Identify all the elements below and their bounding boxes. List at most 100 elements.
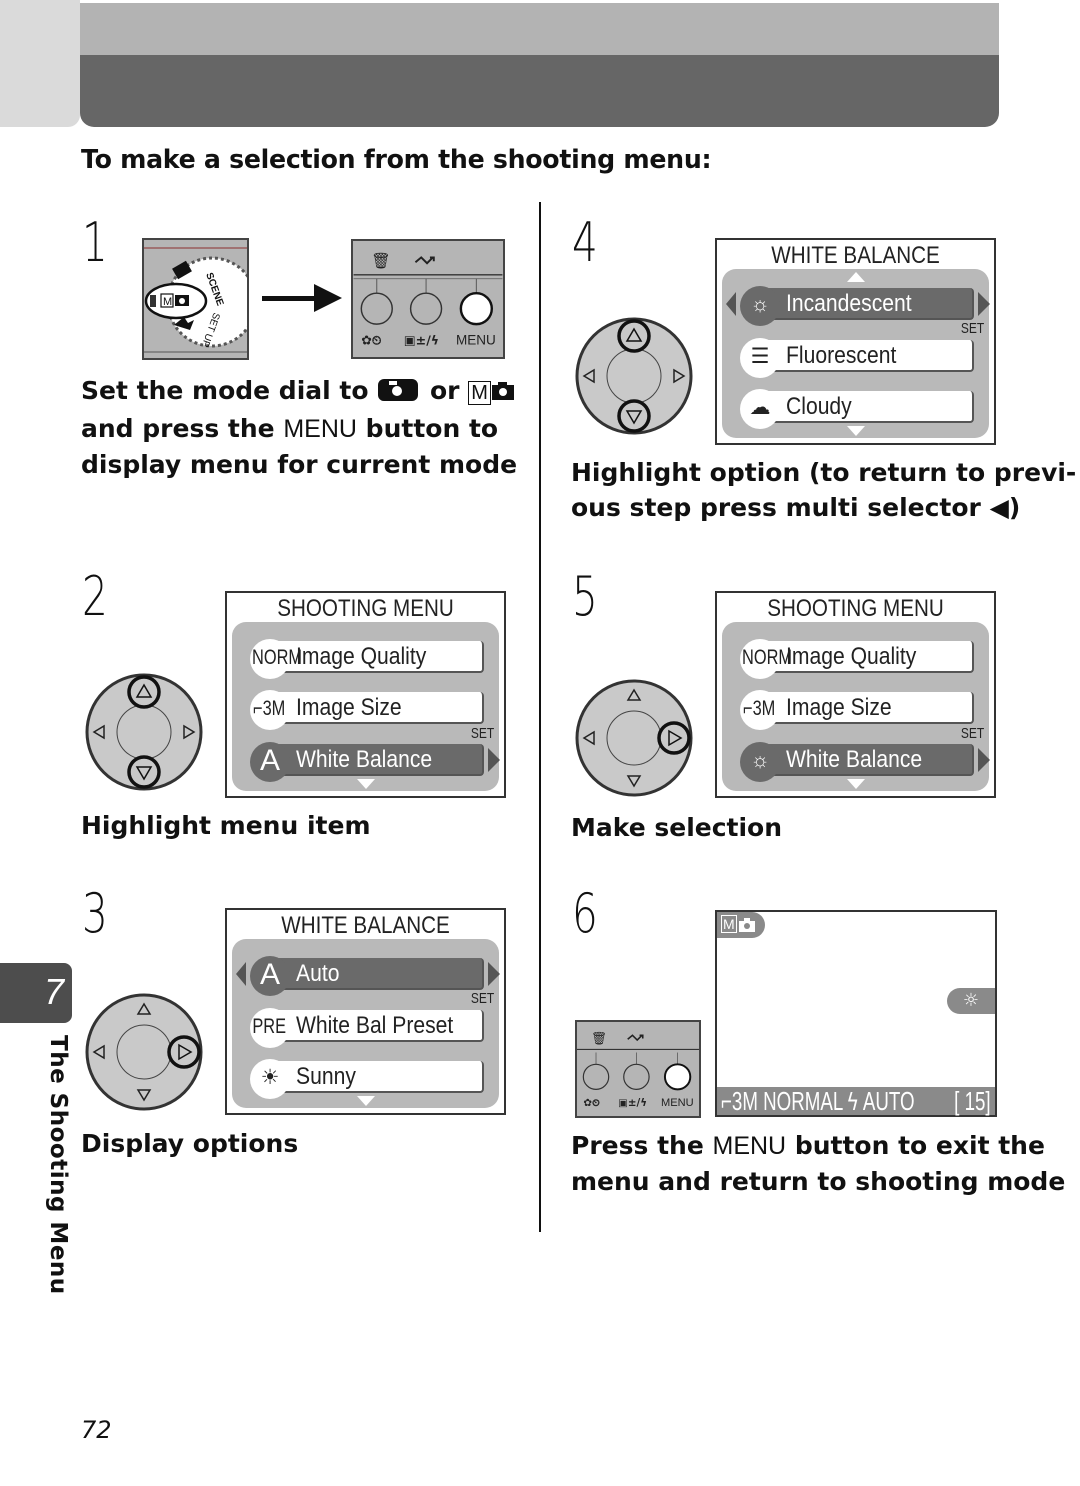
caption-text: and press the [81, 414, 275, 443]
menu-panel: NORM Image Quality ⌐3M Image Size SET ☼ Whi… [722, 622, 990, 791]
camera-icon [491, 382, 514, 400]
monitor-display: M ☼ ⌐3M NORMAL ϟ AUTO [ 15] [715, 910, 997, 1117]
option-row-incandescent[interactable]: ☼ Incandescent [726, 286, 990, 326]
multi-selector-right [84, 992, 204, 1112]
step-2-screen: SHOOTING MENU NORM Image Quality ⌐3M Image… [225, 591, 506, 798]
step-4-screen: WHITE BALANCE ☼ Incandescent SET ☰ Fluores… [715, 238, 996, 445]
shooting-mode-indicator: M [717, 912, 765, 938]
menu-panel: ☼ Incandescent SET ☰ Fluorescent ☁ Cloudy [722, 269, 990, 438]
arrow-right-icon [488, 962, 500, 986]
camera-buttons-panel: 🗑 ✿⏲ ▣±/ϟ MENU [351, 239, 505, 359]
caption-text: ous step press multi selector [571, 493, 981, 522]
status-bar: ⌐3M NORMAL ϟ AUTO [ 15] [717, 1087, 995, 1115]
svg-text:🗑: 🗑 [371, 252, 391, 270]
multi-selector-up-down [574, 316, 694, 436]
preset-icon: PRE [252, 1015, 287, 1038]
svg-text:M: M [163, 296, 172, 308]
step-1-caption: Set the mode dial to or M and press the … [81, 373, 541, 482]
svg-text:✿⏲: ✿⏲ [583, 1097, 600, 1109]
option-row-preset[interactable]: PRE White Bal Preset [250, 1008, 484, 1048]
svg-text:▣±/ϟ: ▣±/ϟ [618, 1097, 647, 1109]
chapter-title: The Shooting Menu [45, 1035, 71, 1295]
step-5-caption: Make selection [571, 813, 783, 842]
arrow-right-icon [488, 748, 500, 772]
caption-text: Set the mode dial to [81, 376, 369, 405]
svg-text:MENU: MENU [661, 1097, 694, 1109]
arrow-left-icon [236, 962, 246, 986]
row-label: White Balance [296, 746, 433, 773]
scroll-down-icon [846, 426, 865, 436]
norm-icon: NORM [742, 646, 793, 669]
multi-selector-up-down [84, 672, 204, 792]
svg-text:▣±/ϟ: ▣±/ϟ [404, 332, 439, 347]
arrow-right-icon [978, 292, 990, 316]
step-4-number: 4 [572, 211, 598, 274]
row-label: White Bal Preset [296, 1012, 454, 1039]
option-row-fluorescent[interactable]: ☰ Fluorescent [740, 338, 974, 378]
menu-row-white-balance[interactable]: A White Balance [250, 742, 500, 782]
multi-selector-right [574, 678, 694, 798]
row-label: Incandescent [786, 290, 912, 317]
step-4-caption: Highlight option (to return to previ- ou… [571, 455, 1080, 525]
scroll-down-icon [356, 1096, 375, 1106]
menu-row-white-balance[interactable]: ☼ White Balance [740, 742, 990, 782]
menu-row-image-quality[interactable]: NORM Image Quality [250, 639, 484, 679]
menu-panel: A Auto SET PRE White Bal Preset ☀ Sunny [232, 939, 500, 1108]
svg-text:🗑: 🗑 [591, 1030, 607, 1045]
step-1-number: 1 [82, 211, 108, 274]
chapter-tab: 7 [0, 963, 72, 1023]
menu-panel: NORM Image Quality ⌐3M Image Size SET A Whi… [232, 622, 500, 791]
incandescent-icon: ☼ [750, 293, 770, 316]
header-band-light [80, 3, 999, 55]
scroll-down-icon [846, 779, 865, 789]
row-label: Sunny [296, 1063, 356, 1090]
arrow-right-icon [262, 284, 342, 312]
image-size-icon: ⌐3M [742, 697, 776, 720]
image-settings-readout: ⌐3M NORMAL ϟ AUTO [721, 1086, 915, 1116]
page-number: 72 [81, 1416, 112, 1444]
step-6-caption: Press the MENU button to exit the menu a… [571, 1128, 1080, 1199]
manual-mode-icon: M [721, 915, 737, 933]
menu-button-label: MENU [712, 1132, 787, 1160]
svg-text:MENU: MENU [456, 332, 496, 347]
menu-button-label: MENU [283, 415, 357, 443]
mode-dial-icon: SCENE SET UP M [144, 247, 247, 353]
norm-icon: NORM [252, 646, 303, 669]
set-label: SET [960, 320, 985, 337]
row-label: Image Quality [296, 643, 427, 670]
option-row-cloudy[interactable]: ☁ Cloudy [740, 389, 974, 429]
menu-row-image-size[interactable]: ⌐3M Image Size [250, 690, 484, 730]
cloudy-icon: ☁ [749, 396, 771, 419]
camera-buttons-icon: 🗑 ✿⏲ ▣±/ϟ MENU [353, 252, 503, 347]
row-label: Cloudy [786, 393, 852, 420]
option-row-sunny[interactable]: ☀ Sunny [250, 1059, 484, 1099]
section-title: To make a selection from the shooting me… [81, 145, 712, 175]
step-2-number: 2 [82, 565, 108, 628]
caption-text: Highlight option (to return to previ- [571, 458, 1077, 487]
menu-row-image-size[interactable]: ⌐3M Image Size [740, 690, 974, 730]
option-row-auto[interactable]: A Auto [236, 956, 500, 996]
exposures-remaining: [ 15] [954, 1086, 991, 1116]
white-balance-indicator: ☼ [947, 988, 995, 1014]
caption-text: Press the [571, 1131, 704, 1160]
row-label: White Balance [786, 746, 923, 773]
mode-dial-illustration: SCENE SET UP M [142, 238, 249, 360]
step-3-screen: WHITE BALANCE A Auto SET PRE White Bal Pre… [225, 908, 506, 1115]
fluorescent-icon: ☰ [750, 345, 770, 368]
column-divider [539, 202, 541, 1232]
screen-title: SHOOTING MENU [767, 595, 944, 622]
menu-row-image-quality[interactable]: NORM Image Quality [740, 639, 974, 679]
step-3-number: 3 [82, 882, 108, 945]
chapter-number: 7 [43, 971, 64, 1012]
step-2-caption: Highlight menu item [81, 811, 371, 840]
image-size-icon: ⌐3M [252, 697, 286, 720]
arrow-right-icon [978, 748, 990, 772]
row-label: Fluorescent [786, 342, 897, 369]
camera-buttons-panel: 🗑 ✿⏲ ▣±/ϟ MENU [575, 1020, 701, 1118]
caption-text: ) [1008, 493, 1021, 522]
manual-mode-icon: M [468, 381, 491, 405]
camera-mode-icon [378, 379, 419, 401]
camera-icon [739, 918, 755, 932]
set-label: SET [470, 725, 495, 742]
screen-title: WHITE BALANCE [771, 242, 940, 269]
